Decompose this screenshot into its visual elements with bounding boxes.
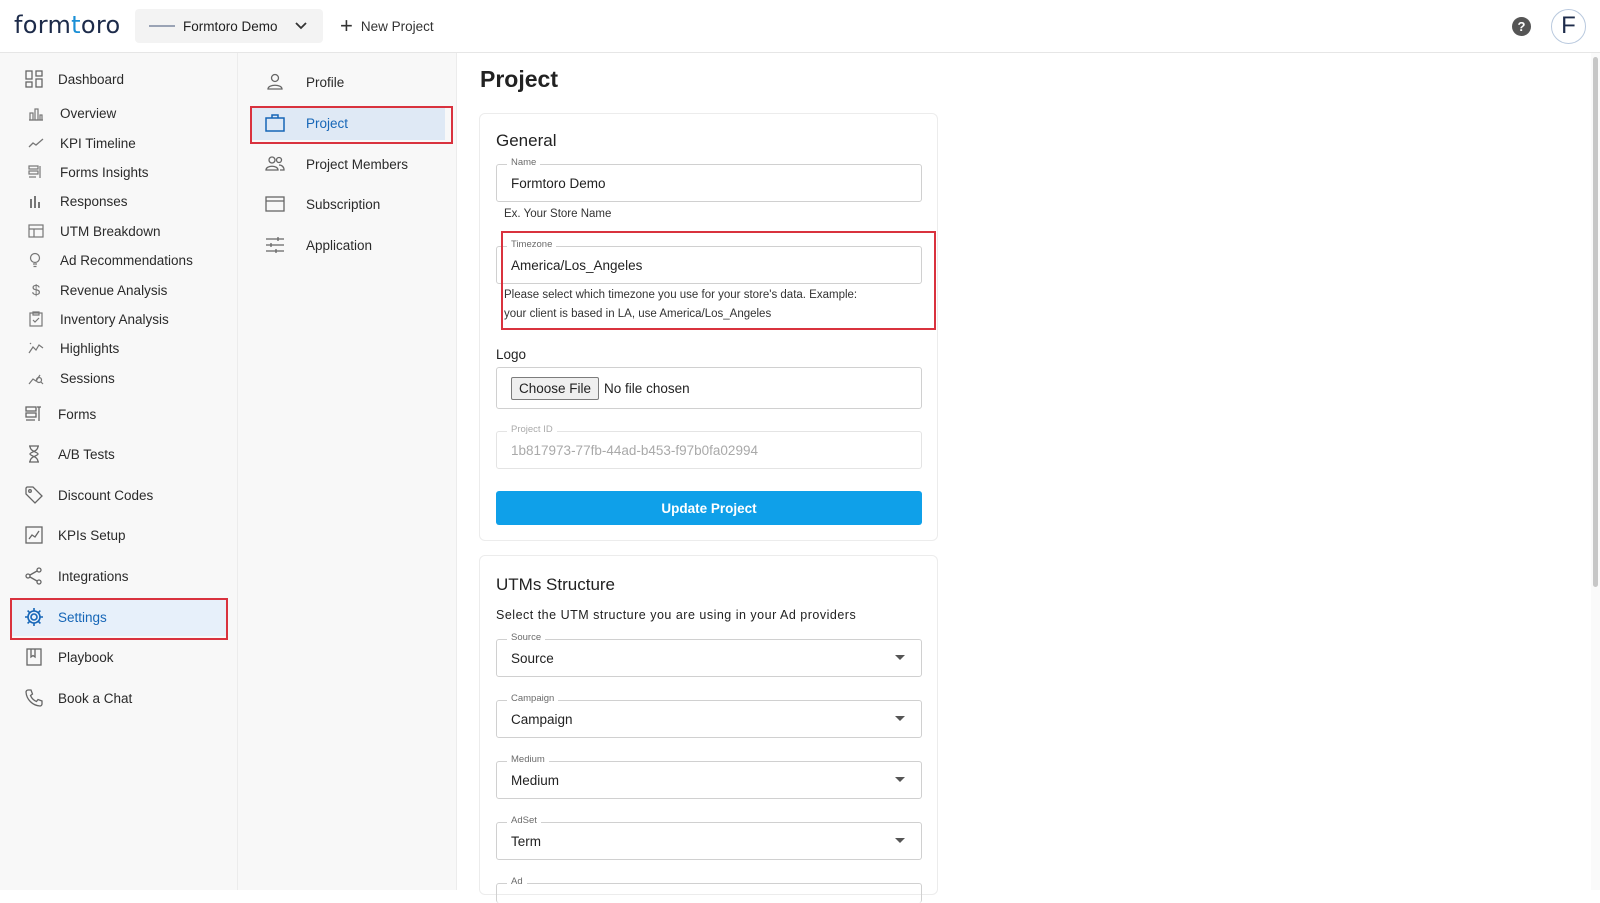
project-logo-icon [149, 25, 175, 27]
lightbulb-icon [26, 249, 46, 271]
dropdown-arrow-icon [895, 777, 905, 782]
new-project-button[interactable]: + New Project [340, 9, 434, 43]
dropdown-arrow-icon [895, 838, 905, 843]
sidebar-item-integrations[interactable]: Integrations [12, 557, 226, 595]
no-file-text: No file chosen [604, 380, 690, 396]
dropdown-arrow-icon [895, 716, 905, 721]
plus-icon: + [340, 13, 353, 38]
settings-item-project-members[interactable]: Project Members [252, 147, 445, 181]
dropdown-arrow-icon [895, 655, 905, 660]
logo-label: Logo [496, 347, 527, 362]
project-selector[interactable]: Formtoro Demo [135, 9, 323, 43]
table-icon [26, 220, 46, 242]
sidebar-item-kpis-setup[interactable]: KPIs Setup [12, 516, 226, 554]
project-id-field: Project ID 1b817973-77fb-44ad-b453-f97b0… [496, 424, 922, 469]
utm-source-select[interactable]: Source Source [496, 632, 922, 677]
help-icon[interactable]: ? [1512, 17, 1531, 36]
utms-card: UTMs Structure Select the UTM structure … [479, 555, 938, 903]
name-label: Name [507, 157, 541, 168]
clipboard-check-icon [26, 308, 46, 330]
bar-chart-icon [26, 102, 46, 124]
sidebar: Dashboard Overview KPI Timeline Forms In… [0, 53, 238, 890]
sidebar-item-forms[interactable]: Forms [12, 395, 226, 433]
sidebar-item-book-a-chat[interactable]: Book a Chat [12, 679, 226, 717]
name-value: Formtoro Demo [511, 175, 606, 191]
forms-icon [23, 403, 45, 425]
choose-file-button[interactable]: Choose File [511, 376, 600, 400]
sliders-icon [264, 236, 286, 254]
project-name: Formtoro Demo [183, 18, 278, 34]
person-icon [264, 73, 286, 91]
utms-title: UTMs Structure [496, 575, 616, 594]
scrollbar-thumb[interactable] [1593, 57, 1598, 587]
share-icon [23, 565, 45, 587]
project-id-value: 1b817973-77fb-44ad-b453-f97b0fa02994 [511, 442, 758, 458]
sidebar-item-ab-tests[interactable]: A/B Tests [12, 435, 226, 473]
settings-highlight-box [10, 598, 228, 640]
forms-insights-icon [26, 161, 46, 183]
responses-chart-icon [26, 190, 46, 212]
utms-subtitle: Select the UTM structure you are using i… [496, 608, 857, 622]
trend-line-icon [26, 132, 46, 154]
hourglass-icon [23, 443, 45, 465]
general-title: General [496, 131, 557, 150]
settings-item-application[interactable]: Application [252, 228, 445, 262]
settings-item-subscription[interactable]: Subscription [252, 187, 445, 221]
name-field[interactable]: Name Formtoro Demo [496, 157, 922, 202]
settings-menu: Profile Project Project Members Subscrip… [238, 53, 457, 890]
sidebar-item-dashboard[interactable]: Dashboard [12, 60, 226, 98]
credit-card-icon [264, 196, 286, 212]
people-icon [264, 155, 286, 173]
utm-ad-select[interactable]: Ad [496, 876, 922, 903]
highlights-chart-icon [26, 337, 46, 359]
logo-file-input[interactable]: Choose File No file chosen [496, 367, 922, 409]
sidebar-item-discount-codes[interactable]: Discount Codes [12, 476, 226, 514]
utm-adset-select[interactable]: AdSet Term [496, 815, 922, 860]
name-helper: Ex. Your Store Name [504, 208, 612, 220]
utm-medium-select[interactable]: Medium Medium [496, 754, 922, 799]
formtoro-logo[interactable]: formtoro [14, 11, 121, 39]
kpi-setup-icon [23, 524, 45, 546]
sessions-icon [26, 367, 46, 389]
page-scrollbar[interactable] [1591, 53, 1600, 890]
chevron-down-icon [295, 22, 307, 30]
update-project-button[interactable]: Update Project [496, 491, 922, 525]
avatar[interactable]: F [1551, 9, 1586, 44]
top-bar: formtoro Formtoro Demo + New Project ? F [0, 0, 1600, 53]
page-title: Project [480, 66, 558, 92]
dollar-icon: $ [31, 281, 41, 299]
phone-icon [23, 687, 45, 709]
project-highlight-box [250, 106, 453, 144]
dashboard-icon [23, 68, 45, 90]
sidebar-item-sessions[interactable]: Sessions [12, 359, 226, 397]
sidebar-item-playbook[interactable]: Playbook [12, 638, 226, 676]
tag-icon [23, 484, 45, 506]
timezone-highlight-box [501, 231, 936, 330]
book-icon [23, 646, 45, 668]
utm-campaign-select[interactable]: Campaign Campaign [496, 693, 922, 738]
project-id-label: Project ID [507, 424, 557, 435]
settings-item-profile[interactable]: Profile [252, 65, 445, 99]
